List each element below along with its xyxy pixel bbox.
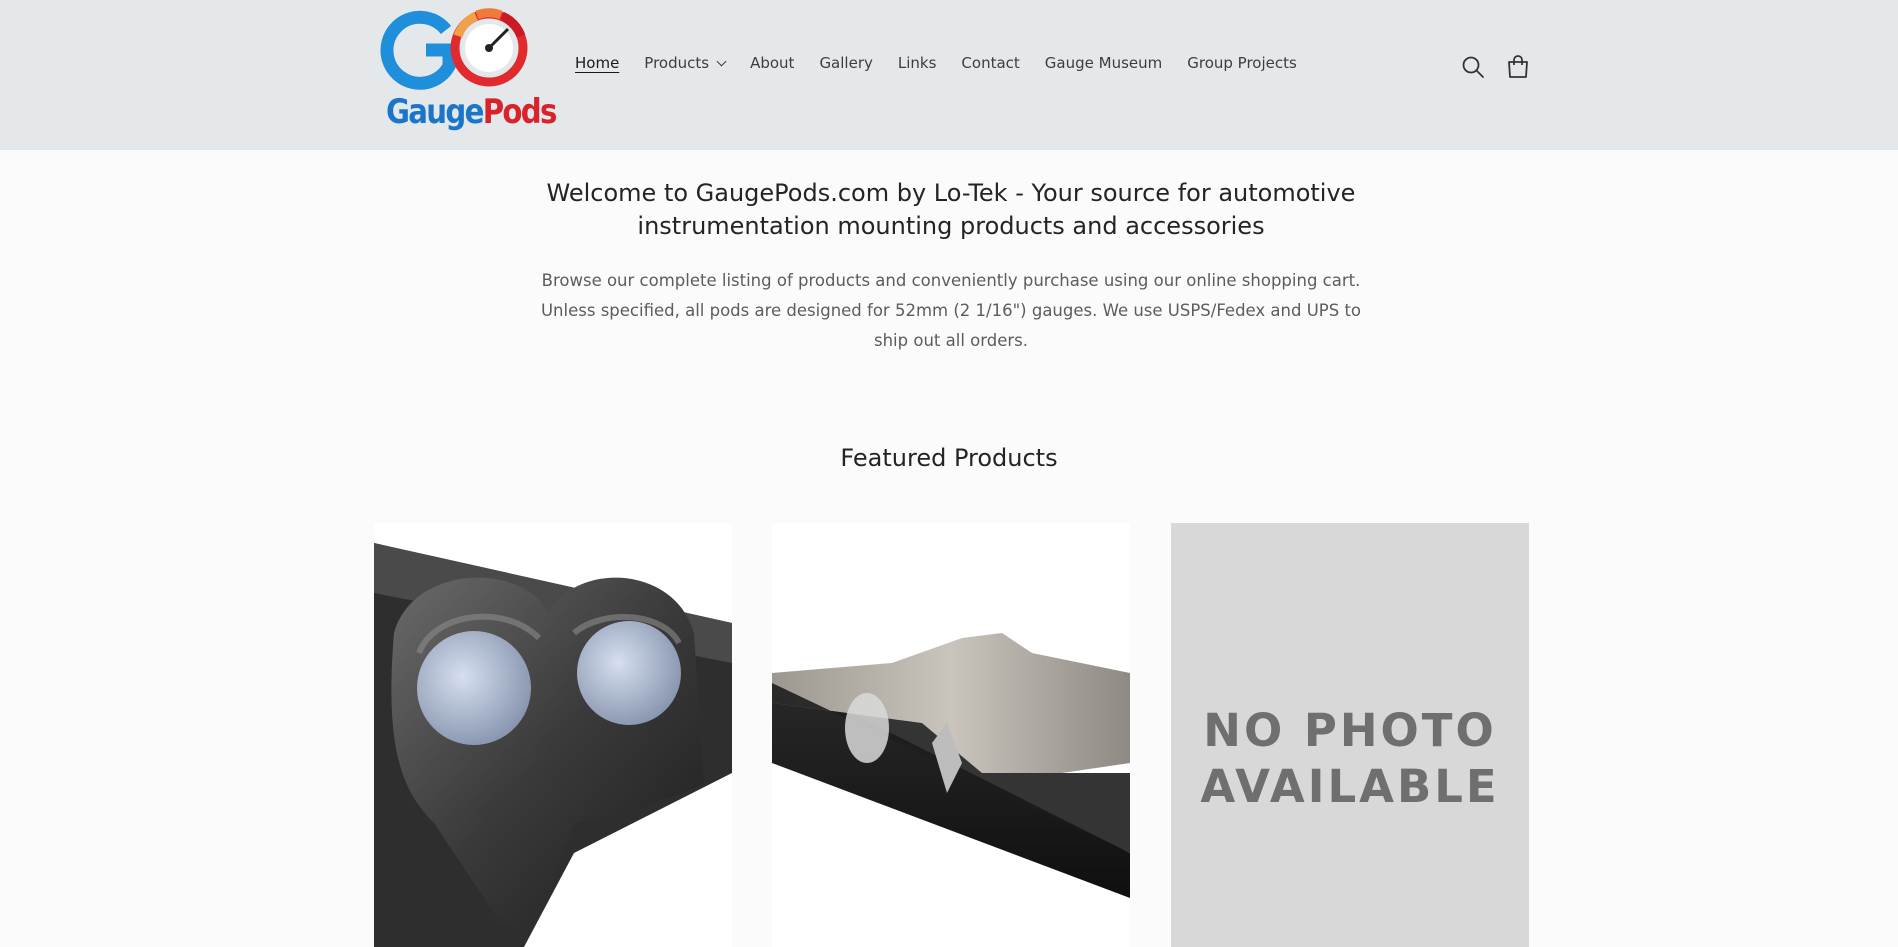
- logo-wordmark: GaugePods: [386, 92, 557, 132]
- product-card-1[interactable]: [374, 523, 732, 947]
- product-card-2[interactable]: [772, 523, 1130, 947]
- welcome-description-line-1: Browse our complete listing of products …: [541, 271, 1361, 290]
- gauge-logo-icon: [380, 8, 528, 90]
- no-photo-line-2: AVAILABLE: [1200, 760, 1500, 813]
- welcome-heading-line-1: Welcome to GaugePods.com by Lo-Tek - You…: [546, 179, 1356, 207]
- main-navigation: Home Products About Gallery Links Contac…: [575, 54, 1322, 72]
- welcome-description-line-2: Unless specified, all pods are designed …: [540, 301, 1362, 320]
- welcome-description-line-3: ship out all orders.: [874, 331, 1028, 350]
- welcome-heading-line-2: instrumentation mounting products and ac…: [637, 212, 1265, 240]
- product-image-dual-gauge-pod: [374, 523, 732, 947]
- cart-icon[interactable]: [1505, 54, 1531, 80]
- nav-item-gauge-museum[interactable]: Gauge Museum: [1045, 54, 1162, 72]
- featured-products-heading: Featured Products: [840, 444, 1058, 472]
- welcome-heading: Welcome to GaugePods.com by Lo-Tek - You…: [530, 177, 1372, 243]
- nav-item-home[interactable]: Home: [575, 54, 619, 72]
- nav-item-contact[interactable]: Contact: [961, 54, 1019, 72]
- welcome-description: Browse our complete listing of products …: [540, 266, 1362, 356]
- product-image-pillar-pod: [772, 523, 1130, 947]
- site-header: GaugePods Home Products About Gallery Li…: [0, 0, 1898, 150]
- nav-item-products-label: Products: [644, 54, 710, 72]
- nav-item-products[interactable]: Products: [644, 54, 727, 72]
- nav-item-links[interactable]: Links: [898, 54, 937, 72]
- no-photo-line-1: NO PHOTO: [1203, 704, 1497, 757]
- chevron-down-icon: [716, 56, 727, 67]
- no-photo-placeholder: NO PHOTO AVAILABLE: [1171, 703, 1529, 815]
- search-icon[interactable]: [1460, 54, 1486, 80]
- nav-item-about[interactable]: About: [750, 54, 794, 72]
- nav-item-group-projects[interactable]: Group Projects: [1187, 54, 1297, 72]
- product-card-3[interactable]: NO PHOTO AVAILABLE: [1171, 523, 1529, 947]
- nav-item-gallery[interactable]: Gallery: [819, 54, 872, 72]
- site-logo[interactable]: GaugePods: [376, 4, 557, 134]
